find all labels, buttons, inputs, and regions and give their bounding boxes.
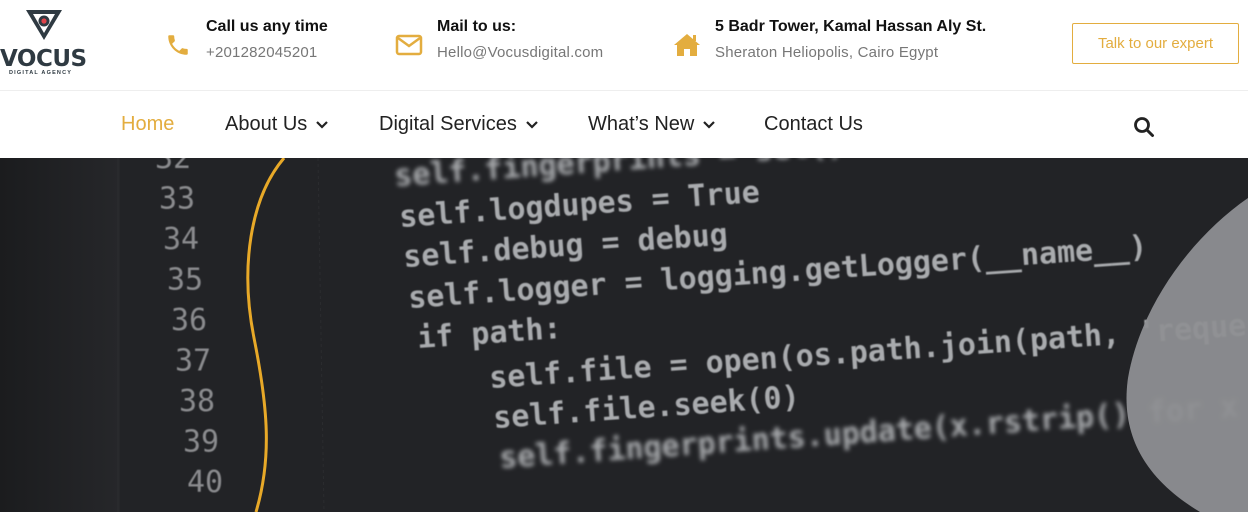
- nav-item-contact-us[interactable]: Contact Us: [764, 113, 863, 136]
- logo[interactable]: VOCUS DIGITAL AGENCY: [0, 8, 92, 80]
- contact-mail-address[interactable]: Hello@Vocusdigital.com: [437, 44, 603, 61]
- nav-item-digital-services[interactable]: Digital Services: [379, 113, 538, 136]
- code-line-number: 33: [159, 182, 195, 217]
- home-icon: [672, 30, 702, 60]
- nav-item-label: Contact Us: [764, 113, 863, 135]
- code-line-number: 40: [187, 465, 223, 500]
- code-line-number: 35: [167, 263, 203, 298]
- envelope-icon: [394, 30, 424, 60]
- nav-item-label: About Us: [225, 113, 308, 135]
- code-line-number: 39: [183, 425, 219, 460]
- logo-wordmark: VOCUS: [0, 46, 87, 72]
- contact-mail-title: Mail to us:: [437, 18, 517, 35]
- logo-triangle-icon: [26, 10, 62, 40]
- code-line-number: 32: [155, 158, 191, 176]
- hero-banner: 32 33 34 35 36 37 38 39 40 self.fingerprints = s…: [0, 158, 1248, 512]
- chevron-down-icon: [316, 120, 329, 129]
- main-nav: Home About Us Digital Services What’s Ne…: [0, 92, 1248, 158]
- nav-item-about-us[interactable]: About Us: [225, 113, 329, 136]
- chevron-down-icon: [703, 120, 716, 129]
- nav-item-whats-new[interactable]: What’s New: [588, 113, 716, 136]
- nav-item-label: Digital Services: [379, 113, 517, 135]
- contact-phone-title: Call us any time: [206, 18, 328, 35]
- talk-to-expert-button[interactable]: Talk to our expert: [1072, 23, 1239, 64]
- contact-phone: Call us any time +201282045201: [160, 0, 360, 91]
- chevron-down-icon: [526, 120, 538, 129]
- code-line-number: 37: [175, 344, 211, 379]
- code-line-number: 36: [171, 303, 207, 338]
- code-line-number: 38: [179, 384, 215, 419]
- logo-tagline: DIGITAL AGENCY: [9, 70, 73, 76]
- search-icon[interactable]: [1133, 116, 1155, 138]
- contact-phone-number[interactable]: +201282045201: [206, 44, 317, 61]
- nav-item-label: What’s New: [588, 113, 695, 135]
- top-info-bar: VOCUS DIGITAL AGENCY Call us any time +2…: [0, 0, 1248, 91]
- contact-mail: Mail to us: Hello@Vocusdigital.com: [392, 0, 632, 91]
- code-line-number: 34: [163, 222, 199, 257]
- contact-address-detail: Sheraton Heliopolis, Cairo Egypt: [715, 44, 939, 61]
- hero-code-background: 323334353637383940 self.fingerprints = s…: [0, 158, 1248, 512]
- phone-icon: [163, 30, 193, 60]
- nav-item-label: Home: [121, 113, 175, 135]
- contact-address-title: 5 Badr Tower, Kamal Hassan Aly St.: [715, 18, 987, 35]
- contact-address: 5 Badr Tower, Kamal Hassan Aly St. Shera…: [670, 0, 990, 91]
- nav-item-home[interactable]: Home: [121, 113, 174, 136]
